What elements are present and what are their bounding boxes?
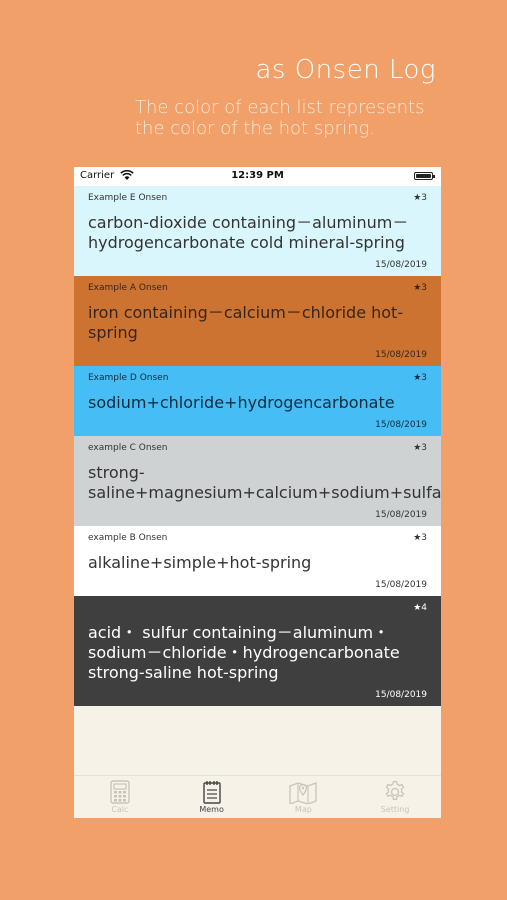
tab-label: Map xyxy=(294,805,312,814)
battery-icon xyxy=(414,172,435,180)
spring-quality: sodium+chloride+hydrogencarbonate xyxy=(88,393,395,412)
memo-row[interactable]: example C Onsen ★3 strong-saline+magnesi… xyxy=(74,436,441,526)
tab-label: Memo xyxy=(199,805,224,814)
phone-screen: Carrier 12:39 PM Example E Onsen ★3 carb… xyxy=(74,167,441,818)
onsen-name: Example D Onsen xyxy=(88,373,169,383)
memo-icon xyxy=(202,781,221,804)
onsen-name: example C Onsen xyxy=(88,443,168,453)
spring-quality: strong-saline+magnesium+calcium+sodium+s… xyxy=(88,463,441,502)
memo-row[interactable]: ★4 acid・ sulfur containing－aluminum・sodi… xyxy=(74,596,441,706)
map-icon xyxy=(289,782,318,804)
memo-row[interactable]: Example A Onsen ★3 iron containing－calci… xyxy=(74,276,441,366)
tab-label: Calc xyxy=(111,805,129,814)
memo-row[interactable]: example B Onsen ★3 alkaline+simple+hot-s… xyxy=(74,526,441,596)
memo-date: 15/08/2019 xyxy=(375,350,427,360)
memo-date: 15/08/2019 xyxy=(375,510,427,520)
rating-badge: ★3 xyxy=(413,283,427,293)
promo-subline: The color of each list represents the co… xyxy=(135,97,425,139)
memo-list: Example E Onsen ★3 carbon-dioxide contai… xyxy=(74,186,441,706)
tab-setting[interactable]: Setting xyxy=(349,776,441,818)
onsen-name: Example E Onsen xyxy=(88,193,168,203)
spring-quality: carbon-dioxide containing－aluminum－hydro… xyxy=(88,213,409,252)
rating-badge: ★3 xyxy=(413,193,427,203)
tab-memo[interactable]: Memo xyxy=(166,776,258,818)
tab-label: Setting xyxy=(380,805,410,814)
memo-date: 15/08/2019 xyxy=(375,420,427,430)
memo-row[interactable]: Example E Onsen ★3 carbon-dioxide contai… xyxy=(74,186,441,276)
memo-date: 15/08/2019 xyxy=(375,260,427,270)
onsen-name: example B Onsen xyxy=(88,533,168,543)
spring-quality: iron containing－calcium－chloride hot-spr… xyxy=(88,303,404,342)
status-time: 12:39 PM xyxy=(231,170,284,181)
calculator-icon xyxy=(110,780,130,804)
memo-date: 15/08/2019 xyxy=(375,580,427,590)
spring-quality: acid・ sulfur containing－aluminum・sodium－… xyxy=(88,623,400,682)
tab-map[interactable]: Map xyxy=(258,776,350,818)
gear-icon xyxy=(385,780,405,800)
onsen-name: Example A Onsen xyxy=(88,283,168,293)
spring-quality: alkaline+simple+hot-spring xyxy=(88,553,312,572)
memo-row[interactable]: Example D Onsen ★3 sodium+chloride+hydro… xyxy=(74,366,441,436)
rating-badge: ★4 xyxy=(413,603,427,613)
status-bar: Carrier 12:39 PM xyxy=(74,167,441,186)
rating-badge: ★3 xyxy=(413,443,427,453)
rating-badge: ★3 xyxy=(413,373,427,383)
tab-bar: Calc Memo Map Setting xyxy=(74,775,441,818)
memo-date: 15/08/2019 xyxy=(375,690,427,700)
promo-headline: as Onsen Log xyxy=(255,55,436,85)
tab-calc[interactable]: Calc xyxy=(74,776,166,818)
rating-badge: ★3 xyxy=(413,533,427,543)
